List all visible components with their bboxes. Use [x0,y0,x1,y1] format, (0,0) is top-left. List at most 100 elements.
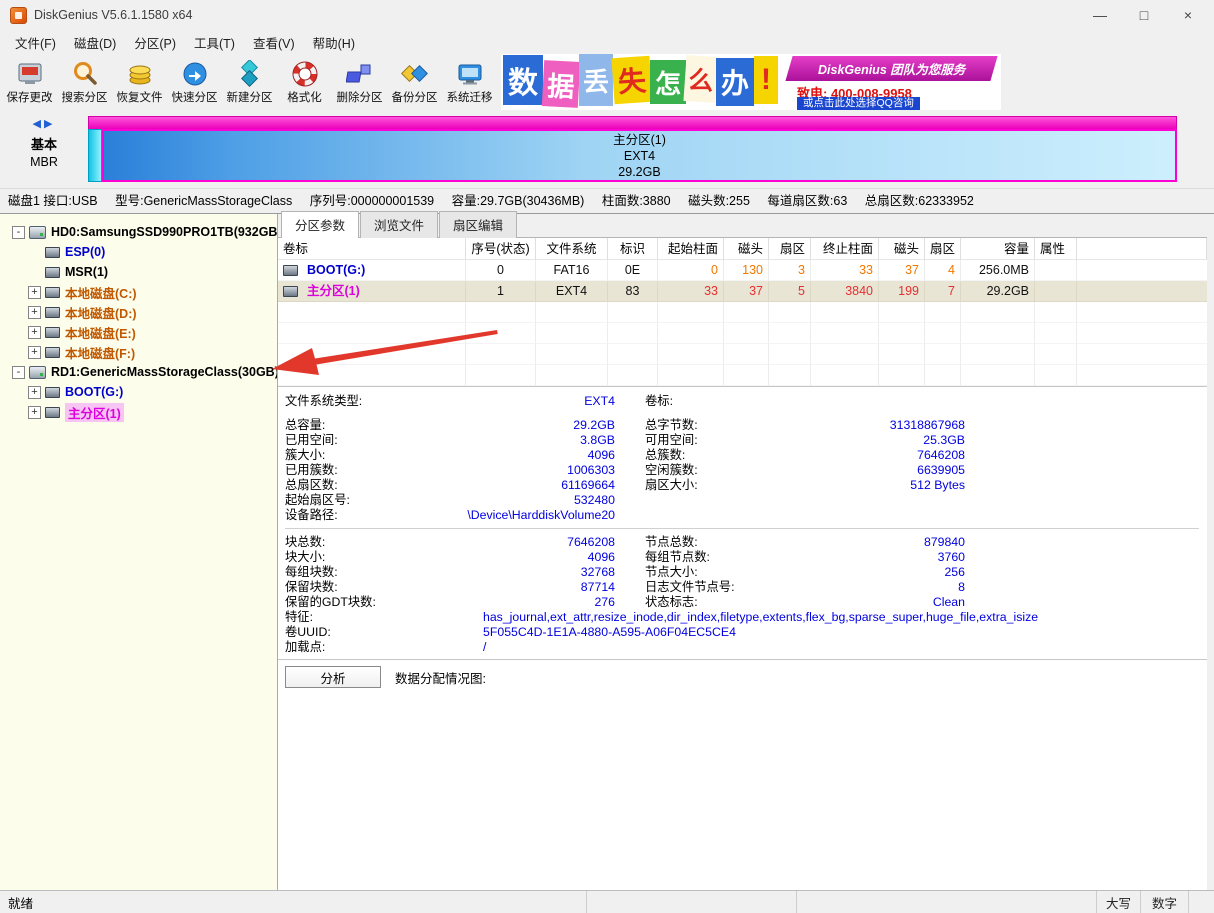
disk-icon [29,226,46,239]
backup-partition-button[interactable]: 备份分区 [387,54,442,110]
next-disk-icon[interactable]: ▶ [44,118,55,130]
collapse-toggle-icon[interactable] [12,366,25,379]
main-partition-segment[interactable]: 主分区(1) EXT4 29.2GB [102,129,1177,182]
toolbar-label: 备份分区 [392,89,438,105]
detail-label: 已用簇数: [285,463,338,478]
tree-item-hd0[interactable]: HD0:SamsungSSD990PRO1TB(932GB [0,222,277,242]
expand-toggle-icon[interactable] [28,406,41,419]
tree-item-local-disk-c[interactable]: 本地磁盘(C:) [0,282,277,302]
detail-panel: 分区参数 浏览文件 扇区编辑 卷标 序号(状态) 文件系统 标识 起始柱面 磁头… [278,214,1214,890]
maximize-button[interactable]: □ [1122,1,1166,29]
disk-info-heads: 磁头数:255 [688,194,750,208]
partition-row-boot[interactable]: BOOT(G:) 0 FAT16 0E 0 130 3 33 37 4 256.… [278,260,1207,281]
system-migration-button[interactable]: 系统迁移 [442,54,497,110]
column-header[interactable]: 序号(状态) [466,238,536,260]
tree-item-msr[interactable]: MSR(1) [0,262,277,282]
column-header[interactable]: 文件系统 [536,238,608,260]
column-header[interactable]: 起始柱面 [658,238,724,260]
toolbar-label: 恢复文件 [117,89,163,105]
tab-partition-parameters[interactable]: 分区参数 [281,211,359,238]
menu-disk[interactable]: 磁盘(D) [65,30,125,55]
column-header[interactable]: 卷标 [278,238,466,260]
segment-filesystem: EXT4 [624,148,655,164]
expand-toggle-icon[interactable] [28,386,41,399]
toolbar: 保存更改 搜索分区 恢复文件 快速分区 新建分区 格式化 删除分区 [0,54,1214,110]
window-controls: — □ × [1078,1,1210,29]
detail-label: 特征: [285,610,483,625]
disk-icon [29,366,46,379]
close-button[interactable]: × [1166,1,1210,29]
ad-qq-link[interactable]: 或点击此处选择QQ咨询 [797,97,920,110]
partition-icon [45,407,60,418]
tree-item-boot-g[interactable]: BOOT(G:) [0,382,277,402]
column-header[interactable]: 容量 [961,238,1035,260]
disk-header-strip[interactable] [88,116,1177,129]
column-header[interactable]: 磁头 [879,238,925,260]
detail-row: 已用簇数:1006303 空闲簇数:6639905 [285,463,1199,478]
column-header[interactable]: 扇区 [925,238,961,260]
tree-item-local-disk-e[interactable]: 本地磁盘(E:) [0,322,277,342]
save-changes-button[interactable]: 保存更改 [2,54,57,110]
tab-browse-files[interactable]: 浏览文件 [360,211,438,238]
recover-files-icon [126,60,154,88]
partition-row-main[interactable]: 主分区(1) 1 EXT4 83 33 37 5 3840 199 7 29.2… [278,281,1207,302]
column-header[interactable]: 属性 [1035,238,1077,260]
quick-partition-button[interactable]: 快速分区 [167,54,222,110]
expand-toggle-icon[interactable] [28,326,41,339]
prev-disk-icon[interactable]: ◀ [33,118,44,130]
ad-tile: 据 [542,60,580,108]
column-header[interactable]: 磁头 [724,238,769,260]
expand-toggle-icon[interactable] [28,286,41,299]
table-header-row: 卷标 序号(状态) 文件系统 标识 起始柱面 磁头 扇区 终止柱面 磁头 扇区 … [278,238,1207,260]
menu-partition[interactable]: 分区(P) [125,30,185,55]
column-header[interactable]: 扇区 [769,238,811,260]
detail-row: 总扇区数:61169664 扇区大小:512 Bytes [285,478,1199,493]
partition-icon [45,347,60,358]
analysis-row: 分析 数据分配情况图: [278,661,1207,694]
tab-sector-edit[interactable]: 扇区编辑 [439,211,517,238]
status-num-lock: 数字 [1140,891,1188,913]
table-empty-row [278,323,1207,344]
expand-toggle-icon[interactable] [28,346,41,359]
detail-row: 保留块数:87714 日志文件节点号:8 [285,580,1199,595]
column-header[interactable]: 标识 [608,238,658,260]
menu-tools[interactable]: 工具(T) [185,30,244,55]
tree-item-local-disk-f[interactable]: 本地磁盘(F:) [0,342,277,362]
disk-info-model: 型号:GenericMassStorageClass [115,194,292,208]
delete-partition-button[interactable]: 删除分区 [332,54,387,110]
ad-tile: 怎 [650,60,686,104]
menu-help[interactable]: 帮助(H) [304,30,364,55]
expand-toggle-icon[interactable] [28,306,41,319]
format-button[interactable]: 格式化 [277,54,332,110]
search-partition-button[interactable]: 搜索分区 [57,54,112,110]
collapse-toggle-icon[interactable] [12,226,25,239]
detail-value: 4096 [588,448,615,463]
tree-item-main-partition[interactable]: 主分区(1) [0,402,277,422]
minimize-button[interactable]: — [1078,1,1122,29]
recover-files-button[interactable]: 恢复文件 [112,54,167,110]
tree-item-local-disk-d[interactable]: 本地磁盘(D:) [0,302,277,322]
promo-banner[interactable]: 数 据 丢 失 怎 么 办 ! DiskGenius 团队为您服务 致电: 40… [501,54,1001,110]
menubar: 文件(F) 磁盘(D) 分区(P) 工具(T) 查看(V) 帮助(H) [0,30,1214,54]
detail-label: 起始扇区号: [285,493,350,508]
toolbar-label: 搜索分区 [62,89,108,105]
disk-type-label: 基本 [31,134,57,153]
boot-partition-segment[interactable] [88,129,102,182]
partition-icon [45,287,60,298]
analyze-button[interactable]: 分析 [285,666,381,688]
ad-tile: 办 [716,58,754,106]
new-partition-button[interactable]: 新建分区 [222,54,277,110]
ad-tile: 丢 [579,54,613,106]
detail-label: 总容量: [285,418,325,433]
detail-row: 块总数:7646208 节点总数:879840 [285,535,1199,550]
detail-label: 加载点: [285,640,483,655]
menu-file[interactable]: 文件(F) [6,30,65,55]
detail-value: 31318867968 [890,418,965,433]
detail-label: 设备路径: [285,508,338,523]
column-header[interactable]: 终止柱面 [811,238,879,260]
menu-view[interactable]: 查看(V) [244,30,304,55]
tree-item-rd1[interactable]: RD1:GenericMassStorageClass(30GB) [0,362,277,382]
tree-item-esp[interactable]: ESP(0) [0,242,277,262]
detail-label: 文件系统类型: [285,394,362,409]
search-icon [71,60,99,88]
